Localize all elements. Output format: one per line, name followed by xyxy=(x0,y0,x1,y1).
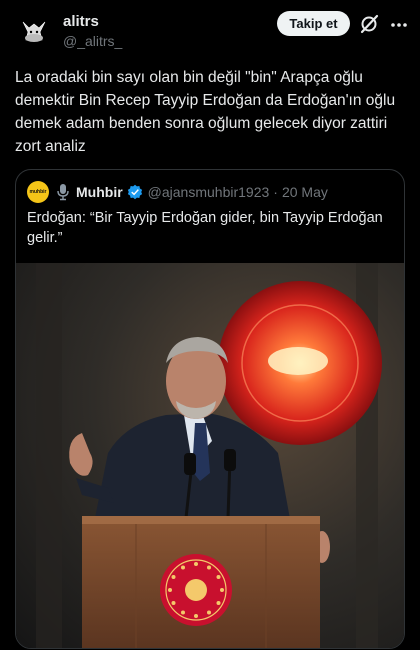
quoted-author-avatar[interactable]: muhbir xyxy=(27,181,49,203)
more-options-icon[interactable] xyxy=(388,14,410,36)
tweet-header: alitrs @_alitrs_ Takip et xyxy=(0,0,420,62)
quoted-tweet-card[interactable]: muhbir Muhbir @ajansmuhbir1923 · 20 May … xyxy=(15,169,405,649)
quoted-author-handle[interactable]: @ajansmuhbir1923 xyxy=(148,184,270,200)
quoted-tweet-text: Erdoğan: “Bir Tayyip Erdoğan gider, bin … xyxy=(27,210,383,246)
author-avatar[interactable] xyxy=(14,10,54,50)
microphone-icon xyxy=(57,184,69,201)
author-display-name[interactable]: alitrs xyxy=(63,13,99,30)
tweet-text: La oradaki bin sayı olan bin değil "bin"… xyxy=(15,69,396,155)
quoted-tweet-date[interactable]: 20 May xyxy=(282,184,328,200)
author-handle[interactable]: @_alitrs_ xyxy=(63,33,122,49)
quoted-tweet-header: muhbir Muhbir @ajansmuhbir1923 · 20 May xyxy=(27,181,328,203)
quoted-author-name[interactable]: Muhbir xyxy=(76,184,123,200)
grok-icon[interactable] xyxy=(358,13,380,35)
verified-badge-icon xyxy=(127,184,142,200)
follow-button[interactable]: Takip et xyxy=(277,11,350,36)
meta-separator: · xyxy=(273,184,278,200)
quoted-tweet-photo[interactable] xyxy=(16,263,404,648)
